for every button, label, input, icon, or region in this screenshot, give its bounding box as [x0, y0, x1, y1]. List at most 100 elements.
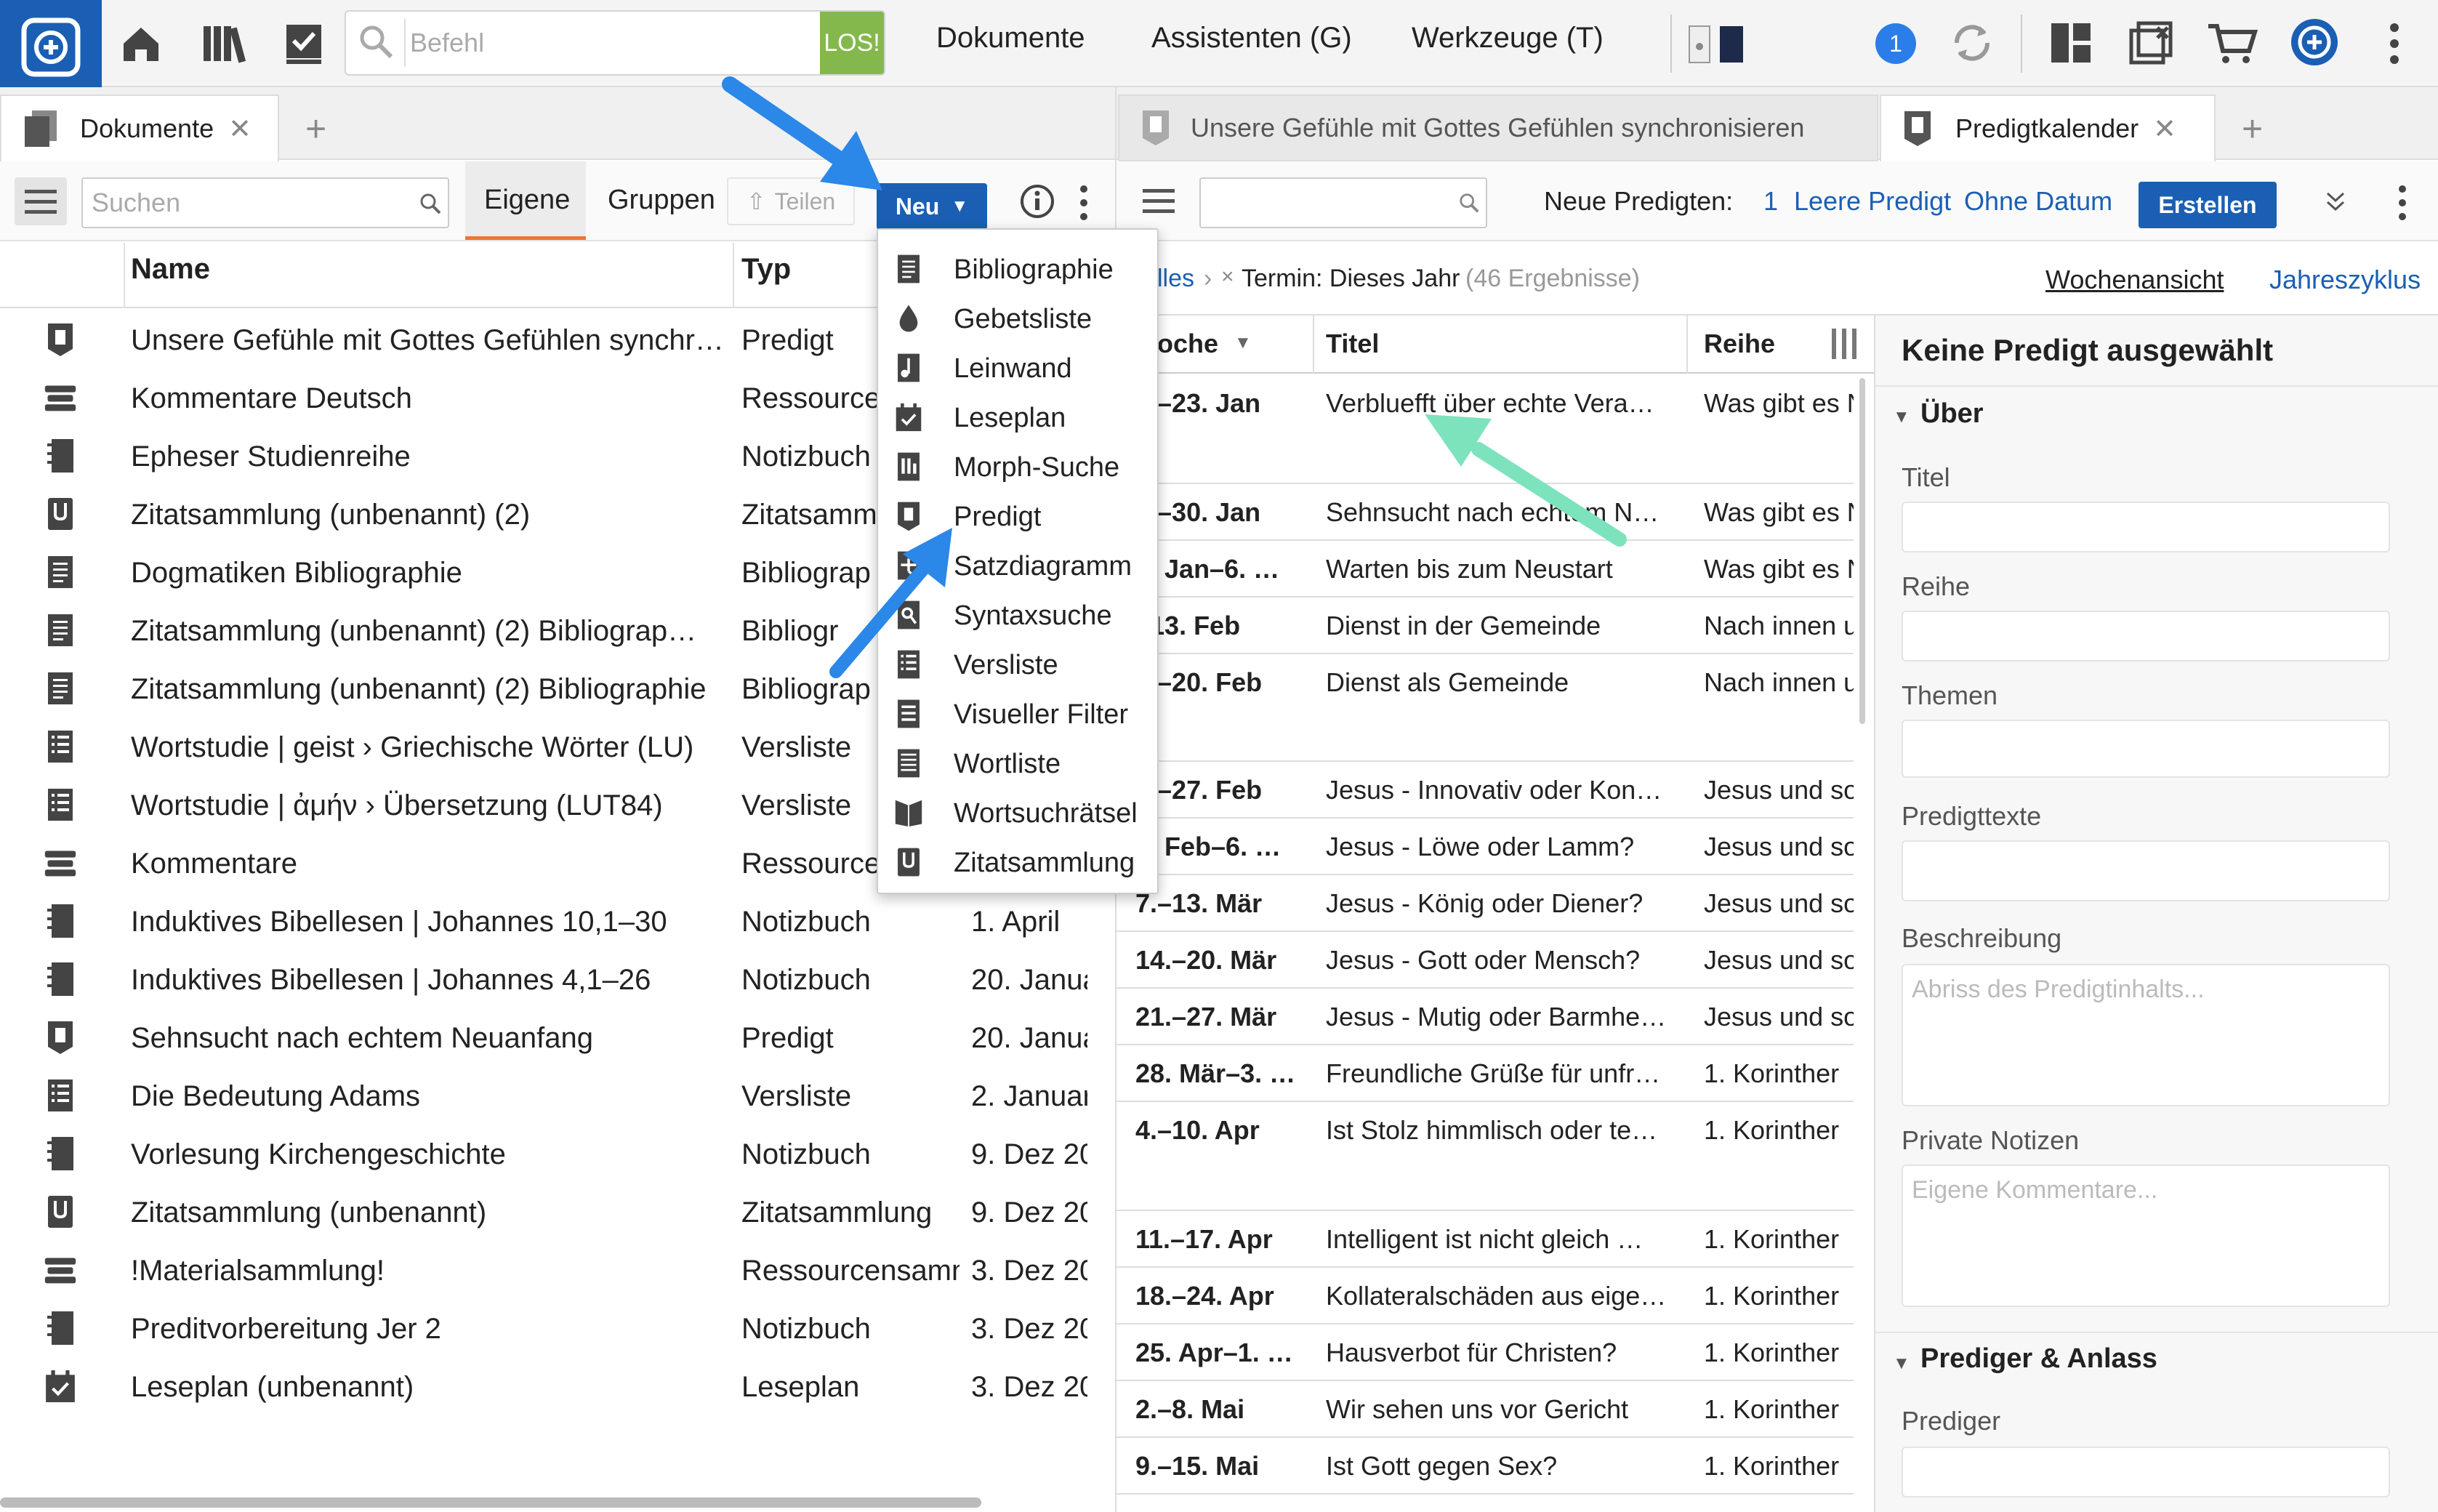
- column-week[interactable]: oche: [1157, 329, 1218, 359]
- close-icon[interactable]: ✕: [2153, 113, 2176, 145]
- menu-guides[interactable]: Assistenten (G): [1151, 22, 1352, 55]
- sermon-row[interactable]: 4.–20. Feb Dienst als Gemeinde Nach innen …: [1117, 654, 1854, 762]
- week-view-link[interactable]: Wochenansicht: [2045, 265, 2224, 295]
- menu-item-gebetsliste[interactable]: Gebetsliste: [878, 294, 1157, 343]
- sermon-row[interactable]: 4.–10. Apr Ist Stolz himmlisch oder te… 1.…: [1117, 1102, 1854, 1211]
- chevron-double-down-icon[interactable]: [2323, 189, 2348, 214]
- documents-search-input[interactable]: [83, 179, 393, 227]
- remove-filter-icon[interactable]: ×: [1221, 265, 1234, 289]
- tab-documents[interactable]: Dokumente ✕: [0, 94, 279, 161]
- home-icon[interactable]: [112, 15, 170, 73]
- sort-down-icon[interactable]: ▼: [1234, 333, 1252, 353]
- menu-documents[interactable]: Dokumente: [936, 22, 1085, 55]
- menu-item-wortliste[interactable]: Wortliste: [878, 739, 1157, 788]
- document-row[interactable]: Induktives Bibellesen | Johannes 4,1–26 N…: [0, 948, 1105, 1010]
- sermon-row[interactable]: 3. Feb–6. … Jesus - Löwe oder Lamm? Jesus …: [1117, 819, 1854, 875]
- menu-item-zitatsammlung[interactable]: Zitatsammlung: [878, 837, 1157, 887]
- sermon-row[interactable]: –13. Feb Dienst in der Gemeinde Nach innen…: [1117, 598, 1854, 654]
- calendar-search-input[interactable]: [1201, 179, 1444, 227]
- menu-item-predigt[interactable]: Predigt: [878, 491, 1157, 541]
- new-sermon-count[interactable]: 1: [1763, 186, 1778, 217]
- tab-sermon-calendar[interactable]: Predigtkalender ✕: [1880, 94, 2216, 161]
- column-type[interactable]: Typ: [741, 253, 791, 286]
- breadcrumb-all[interactable]: lles: [1157, 265, 1194, 293]
- sermon-row[interactable]: 28. Mär–3. … Freundliche Grüße für unfr… 1…: [1117, 1045, 1854, 1102]
- description-input[interactable]: [1903, 965, 2389, 1105]
- sync-icon[interactable]: [1948, 19, 1996, 67]
- info-icon[interactable]: [1019, 183, 1055, 220]
- document-row[interactable]: Preditvorbereitung Jer 2 Notizbuch 3. Dez …: [0, 1297, 1105, 1359]
- column-title[interactable]: Titel: [1326, 329, 1379, 359]
- preacher-field[interactable]: [1902, 1447, 2390, 1497]
- sermon-row[interactable]: 1.–27. Feb Jesus - Innovativ oder Kon… Jes…: [1117, 762, 1854, 819]
- add-tab-icon[interactable]: +: [2242, 108, 2263, 150]
- texts-field[interactable]: [1902, 840, 2390, 901]
- topics-field[interactable]: [1902, 720, 2390, 778]
- menu-item-wortsuchrätsel[interactable]: Wortsuchrätsel: [878, 788, 1157, 837]
- menu-item-bibliographie[interactable]: Bibliographie: [878, 244, 1157, 294]
- sermon-row[interactable]: 9.–15. Mai Ist Gott gegen Sex? 1. Korinthe…: [1117, 1438, 1854, 1495]
- sermon-row[interactable]: 25. Apr–1. … Hausverbot für Christen? 1. K…: [1117, 1324, 1854, 1381]
- notes-input[interactable]: [1903, 1166, 2389, 1306]
- menu-item-morph-suche[interactable]: Morph-Suche: [878, 442, 1157, 491]
- column-settings-icon[interactable]: [1829, 326, 1861, 362]
- menu-item-syntaxsuche[interactable]: Syntaxsuche: [878, 590, 1157, 640]
- sermon-row[interactable]: 7.–23. Jan Verbluefft über echte Vera… Was…: [1117, 375, 1854, 484]
- menu-item-leseplan[interactable]: Leseplan: [878, 393, 1157, 442]
- tasks-icon[interactable]: [275, 15, 333, 73]
- document-row[interactable]: Sehnsucht nach echtem Neuanfang Predigt 20…: [0, 1006, 1105, 1069]
- document-row[interactable]: Die Bedeutung Adams Versliste 2. Januar: [0, 1064, 1105, 1127]
- menu-item-visueller-filter[interactable]: Visueller Filter: [878, 689, 1157, 739]
- sermon-row[interactable]: 1. Jan–6. … Warten bis zum Neustart Was gi…: [1117, 541, 1854, 598]
- sermon-row[interactable]: 2.–8. Mai Wir sehen uns vor Gericht 1. Kor…: [1117, 1381, 1854, 1438]
- app-logo[interactable]: [0, 0, 102, 94]
- sermon-row[interactable]: 14.–20. Mär Jesus - Gott oder Mensch? Jesu…: [1117, 932, 1854, 989]
- column-name[interactable]: Name: [131, 253, 210, 286]
- more-icon[interactable]: [2397, 185, 2407, 221]
- go-button[interactable]: LOS!: [820, 12, 884, 74]
- menu-icon[interactable]: [15, 177, 67, 225]
- section-about[interactable]: Über: [1920, 398, 1984, 430]
- device-icon[interactable]: [1688, 25, 1746, 64]
- library-icon[interactable]: [195, 15, 253, 73]
- year-cycle-link[interactable]: Jahreszyklus: [2269, 265, 2421, 295]
- empty-sermon-link[interactable]: Leere Predigt: [1794, 186, 1951, 217]
- section-preacher[interactable]: Prediger & Anlass: [1920, 1343, 2157, 1375]
- chevron-down-icon[interactable]: ▼: [1893, 1354, 1910, 1374]
- document-row[interactable]: Leseplan (unbenannt) Leseplan 3. Dez 20: [0, 1355, 1105, 1418]
- command-input[interactable]: [410, 12, 817, 74]
- tab-sermon-doc[interactable]: Unsere Gefühle mit Gottes Gefühlen synch…: [1118, 94, 1878, 161]
- account-icon[interactable]: [2288, 16, 2341, 68]
- sermon-row[interactable]: 4.–30. Jan Sehnsucht nach echtem N… Was gi…: [1117, 484, 1854, 541]
- series-field[interactable]: [1902, 611, 2390, 662]
- filter-groups[interactable]: Gruppen: [608, 185, 715, 216]
- cart-icon[interactable]: [2207, 22, 2258, 65]
- filter-own[interactable]: Eigene: [465, 161, 586, 240]
- close-icon[interactable]: ✕: [228, 113, 252, 145]
- document-row[interactable]: Induktives Bibellesen | Johannes 10,1–30…: [0, 890, 1105, 952]
- sermon-row[interactable]: 11.–17. Apr Intelligent ist nicht gleich …: [1117, 1211, 1854, 1268]
- document-row[interactable]: Zitatsammlung (unbenannt) Zitatsammlung 9.…: [0, 1181, 1105, 1243]
- menu-item-leinwand[interactable]: Leinwand: [878, 343, 1157, 393]
- sermon-row[interactable]: 7.–13. Mär Jesus - König oder Diener? Jesu…: [1117, 875, 1854, 932]
- document-row[interactable]: Vorlesung Kirchengeschichte Notizbuch 9. D…: [0, 1122, 1105, 1185]
- more-icon[interactable]: [2389, 22, 2400, 65]
- chevron-down-icon[interactable]: ▼: [1893, 407, 1910, 427]
- vertical-scrollbar[interactable]: [1859, 378, 1865, 724]
- no-date-link[interactable]: Ohne Datum: [1964, 186, 2112, 217]
- share-button[interactable]: ⇧ Teilen: [727, 177, 855, 225]
- sermon-row[interactable]: 21.–27. Mär Jesus - Mutig oder Barmhe… Jes…: [1117, 989, 1854, 1045]
- horizontal-scrollbar[interactable]: [0, 1497, 981, 1508]
- more-icon[interactable]: [1079, 185, 1089, 221]
- close-panels-icon[interactable]: [2128, 20, 2173, 65]
- create-button[interactable]: Erstellen: [2139, 182, 2277, 228]
- layout-icon[interactable]: [2050, 22, 2092, 64]
- menu-icon[interactable]: [1143, 188, 1175, 214]
- sermon-row[interactable]: 18.–24. Apr Kollateralschäden aus eige… 1.…: [1117, 1268, 1854, 1324]
- menu-item-versliste[interactable]: Versliste: [878, 640, 1157, 689]
- menu-tools[interactable]: Werkzeuge (T): [1412, 22, 1604, 55]
- document-row[interactable]: !Materialsammlung! Ressourcensamn 3. Dez 2…: [0, 1239, 1105, 1301]
- column-series[interactable]: Reihe: [1704, 329, 1775, 359]
- new-button[interactable]: Neu ▼: [877, 183, 987, 230]
- title-field[interactable]: [1902, 502, 2390, 552]
